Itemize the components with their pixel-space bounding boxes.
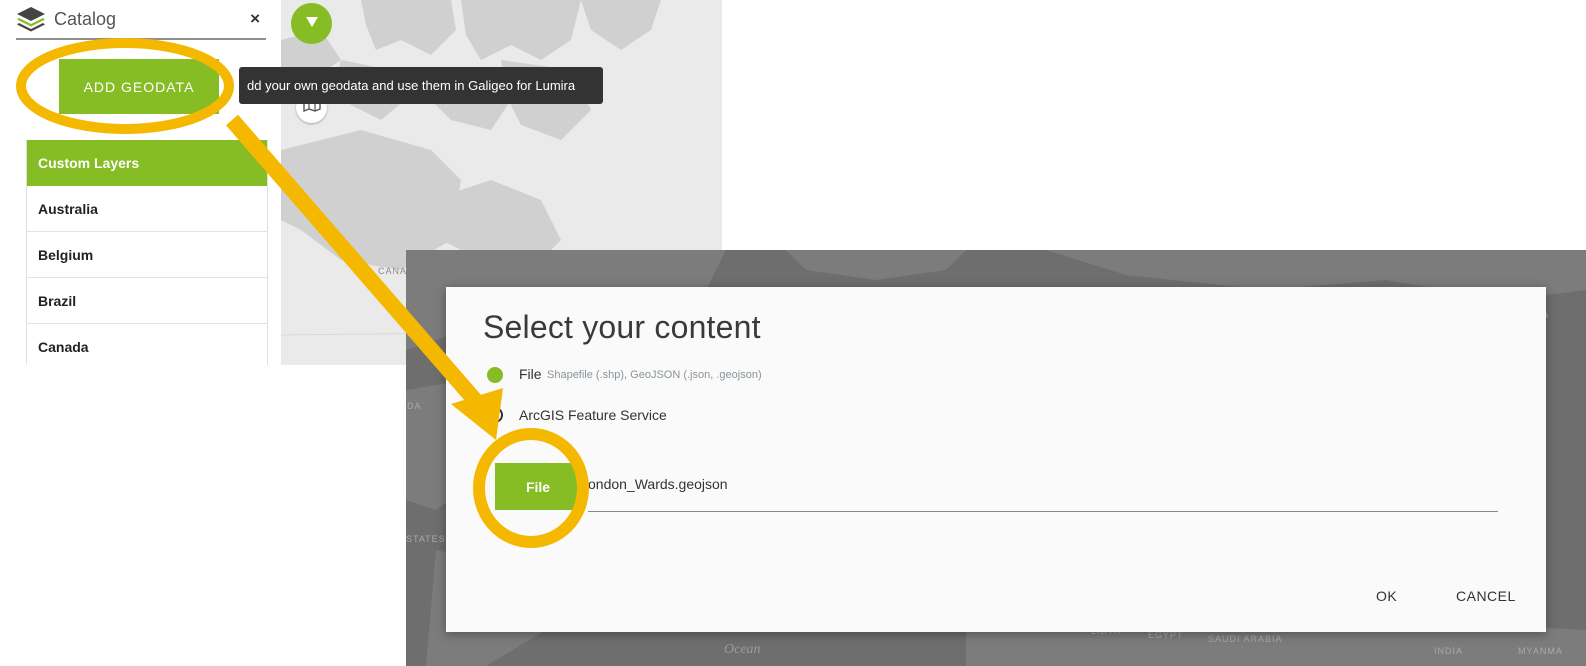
ok-button[interactable]: OK xyxy=(1376,588,1397,604)
map-label-myanmar: MYANMA xyxy=(1518,646,1563,656)
radio-file-hint: Shapefile (.shp), GeoJSON (.json, .geojs… xyxy=(547,369,762,381)
radio-arcgis-label[interactable]: ArcGIS Feature Service xyxy=(519,407,667,423)
cancel-button[interactable]: CANCEL xyxy=(1456,588,1516,604)
layer-list: Custom Layers Australia Belgium Brazil C… xyxy=(26,140,268,365)
close-icon[interactable]: × xyxy=(250,9,260,29)
add-geodata-tooltip: dd your own geodata and use them in Gali… xyxy=(239,67,603,104)
selected-file-name[interactable]: ondon_Wards.geojson xyxy=(588,476,728,492)
map-label-canada: CANA xyxy=(378,266,408,276)
layer-item-custom-layers[interactable]: Custom Layers xyxy=(27,140,267,186)
layer-item-australia[interactable]: Australia xyxy=(27,186,267,232)
radio-arcgis[interactable] xyxy=(487,407,503,423)
map-label-ada: ADA xyxy=(406,401,422,411)
catalog-header: Catalog × xyxy=(16,0,266,40)
layers-icon xyxy=(16,6,46,37)
radio-file-label[interactable]: File xyxy=(519,366,542,382)
file-browse-button[interactable]: File xyxy=(495,463,581,510)
layer-item-brazil[interactable]: Brazil xyxy=(27,278,267,324)
file-field-underline xyxy=(588,511,1498,512)
select-content-dialog: Select your content File Shapefile (.shp… xyxy=(446,287,1546,632)
dialog-title: Select your content xyxy=(483,309,761,345)
add-geodata-button[interactable]: ADD GEODATA xyxy=(59,59,219,114)
map-label-saudi-arabia: SAUDI ARABIA xyxy=(1208,634,1283,644)
map-label-states: STATES xyxy=(406,534,446,544)
map-label-india: INDIA xyxy=(1434,646,1464,656)
radio-file[interactable] xyxy=(487,367,503,383)
layer-item-canada[interactable]: Canada xyxy=(27,324,267,365)
triangle-down-icon xyxy=(305,15,319,33)
catalog-panel: Catalog × ADD GEODATA Custom Layers Aust… xyxy=(0,0,281,365)
layer-item-belgium[interactable]: Belgium xyxy=(27,232,267,278)
catalog-title: Catalog xyxy=(54,9,117,29)
map-toggle-button[interactable] xyxy=(291,3,332,44)
map-label-ocean: Ocean xyxy=(724,642,761,657)
